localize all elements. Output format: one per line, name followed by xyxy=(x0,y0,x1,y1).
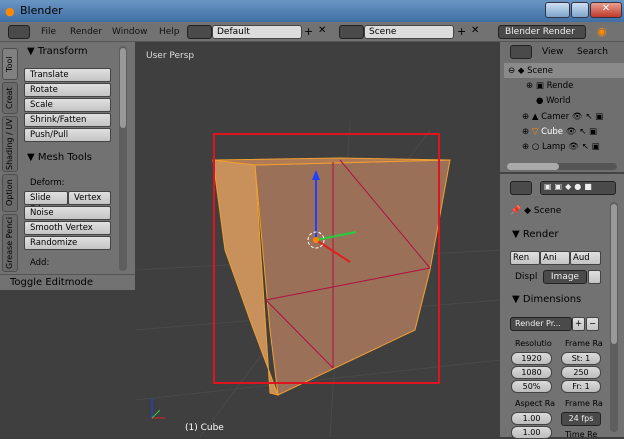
outliner: View Search ⊖ ◆ Scene ⊕ ▣ Rende ● World … xyxy=(500,42,624,172)
render-panel-title: Render xyxy=(522,229,559,240)
scene-item[interactable]: ⊖ ◆ Scene xyxy=(508,66,553,76)
frame-rate-select[interactable]: 24 fps xyxy=(561,412,601,426)
context-tabs[interactable]: ▣▣◆●■ xyxy=(540,181,616,195)
render-button[interactable]: Ren xyxy=(510,251,540,265)
axis-gizmo-icon xyxy=(151,398,165,419)
display-label: Displ xyxy=(515,272,538,282)
resolution-percent-field[interactable]: 50% xyxy=(511,380,552,393)
camera-label: Camer xyxy=(541,112,570,122)
resolution-x-field[interactable]: 1920 xyxy=(511,352,552,365)
scene-context: 📌 ◆ Scene xyxy=(510,206,562,216)
outliner-scrollbar[interactable] xyxy=(507,163,617,170)
active-object-label: (1) Cube xyxy=(185,423,224,433)
display-select[interactable]: Image xyxy=(543,270,587,284)
resolution-label: Resolutio xyxy=(515,339,552,348)
scene-svg xyxy=(134,119,500,437)
outliner-view-menu[interactable]: View xyxy=(542,47,563,57)
end-frame-field[interactable]: 250 xyxy=(561,366,601,379)
cube-item[interactable]: ⊕ ▽ Cube 👁 ↖ ▣ xyxy=(522,127,597,137)
start-frame-field[interactable]: St: 1 xyxy=(561,352,601,365)
close-button[interactable]: ✕ xyxy=(590,2,622,18)
cube-label: Cube xyxy=(541,127,564,137)
aspect-ratio-label: Aspect Ra xyxy=(515,399,556,408)
world-label: World xyxy=(546,96,571,106)
resolution-y-field[interactable]: 1080 xyxy=(511,366,552,379)
dimensions-panel-title: Dimensions xyxy=(522,294,582,305)
render-layers-label: Rende xyxy=(546,81,574,91)
3d-viewport[interactable]: User Persp (1) Cube xyxy=(134,42,500,437)
time-remapping-label: Time Re xyxy=(565,430,598,439)
remove-preset-icon[interactable]: − xyxy=(586,317,599,331)
scene-item-label: Scene xyxy=(527,66,553,76)
properties-editor: ▣▣◆●■ 📌 ◆ Scene ▼ Render Ren Ani Aud Dis… xyxy=(500,172,624,439)
aspect-y-field[interactable]: 1.00 xyxy=(511,426,552,439)
lock-icon[interactable] xyxy=(588,270,601,284)
lamp-item[interactable]: ⊕ ○ Lamp 👁 ↖ ▣ xyxy=(522,142,600,152)
cube-front-face xyxy=(254,159,451,396)
aspect-x-field[interactable]: 1.00 xyxy=(511,412,552,425)
audio-button[interactable]: Aud xyxy=(570,251,601,265)
world-item[interactable]: ● World xyxy=(536,96,570,106)
properties-scrollbar[interactable] xyxy=(610,202,618,432)
camera-item[interactable]: ⊕ ▲ Camer 👁 ↖ ▣ xyxy=(522,112,603,122)
frame-step-field[interactable]: Fr: 1 xyxy=(561,380,601,393)
properties-editor-icon[interactable] xyxy=(510,181,532,195)
outliner-search-menu[interactable]: Search xyxy=(577,47,608,57)
frame-range-label: Frame Ra xyxy=(565,339,603,348)
render-engine-select[interactable]: Blender Render xyxy=(498,25,586,39)
render-presets-select[interactable]: Render Pr... xyxy=(510,317,572,331)
add-preset-icon[interactable]: + xyxy=(572,317,585,331)
minimize-button[interactable] xyxy=(545,2,570,18)
scene-context-label: Scene xyxy=(533,206,562,216)
maximize-button[interactable] xyxy=(571,2,589,18)
blender-icon: ◉ xyxy=(597,25,607,38)
render-layers-item[interactable]: ⊕ ▣ Rende xyxy=(526,81,573,91)
object-origin xyxy=(313,237,319,243)
dimensions-panel-header[interactable]: ▼ Dimensions xyxy=(512,294,581,305)
animation-button[interactable]: Ani xyxy=(540,251,570,265)
render-panel-header[interactable]: ▼ Render xyxy=(512,229,558,240)
outliner-editor-icon[interactable] xyxy=(510,45,532,59)
frame-rate-label: Frame Ra xyxy=(565,399,603,408)
lamp-label: Lamp xyxy=(541,142,566,152)
